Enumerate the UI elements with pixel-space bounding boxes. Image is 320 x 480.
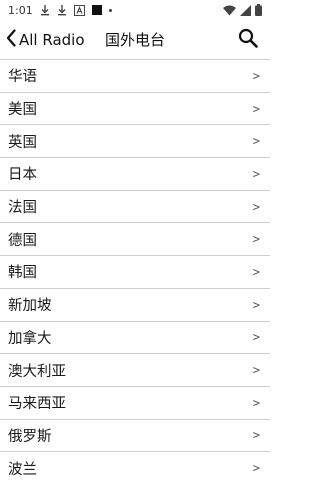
black-square-icon: [91, 4, 102, 16]
list-item[interactable]: 俄罗斯 >: [0, 420, 270, 453]
list-item[interactable]: 马来西亚 >: [0, 387, 270, 420]
font-icon: [73, 4, 85, 16]
list-item[interactable]: 英国 >: [0, 125, 270, 159]
list-item[interactable]: 德国 >: [0, 223, 270, 257]
country-list: 华语 > 美国 > 英国 > 日本 > 法国 > 德国 > 韩国 > 新加坡 > 加拿大 > 澳大…: [0, 59, 270, 480]
list-item[interactable]: 美国 >: [0, 93, 270, 126]
app-bar: All Radio 国外电台: [0, 22, 270, 58]
chevron-right-icon: >: [252, 101, 260, 116]
chevron-right-icon: >: [252, 232, 260, 247]
item-label: 新加坡: [8, 298, 52, 315]
chevron-right-icon: >: [252, 134, 260, 149]
signal-icon: [240, 4, 251, 16]
chevron-right-icon: >: [252, 68, 260, 83]
chevron-right-icon: >: [252, 166, 260, 181]
battery-icon: [255, 4, 262, 16]
item-label: 加拿大: [8, 330, 52, 347]
item-label: 韩国: [8, 265, 37, 282]
status-bar: 1:01: [0, 0, 270, 20]
item-label: 德国: [8, 232, 37, 249]
chevron-right-icon: >: [252, 428, 260, 443]
list-item[interactable]: 华语 >: [0, 60, 270, 93]
back-label: All Radio: [19, 31, 85, 49]
list-item[interactable]: 新加坡 >: [0, 289, 270, 322]
list-item[interactable]: 波兰 >: [0, 452, 270, 480]
chevron-left-icon: [6, 29, 16, 51]
back-button[interactable]: All Radio: [0, 22, 85, 58]
search-button[interactable]: [236, 28, 260, 52]
item-label: 华语: [8, 69, 37, 86]
item-label: 马来西亚: [8, 396, 66, 413]
item-label: 俄罗斯: [8, 428, 52, 445]
list-item[interactable]: 日本 >: [0, 158, 270, 191]
chevron-right-icon: >: [252, 264, 260, 279]
search-icon: [238, 28, 258, 52]
chevron-right-icon: >: [252, 461, 260, 476]
item-label: 美国: [8, 102, 37, 119]
page-title: 国外电台: [105, 31, 166, 49]
chevron-right-icon: >: [252, 363, 260, 378]
item-label: 英国: [8, 134, 37, 151]
chevron-right-icon: >: [252, 395, 260, 410]
item-label: 日本: [8, 167, 37, 184]
item-label: 波兰: [8, 461, 37, 478]
list-item[interactable]: 法国 >: [0, 191, 270, 224]
item-label: 法国: [8, 200, 37, 217]
list-item[interactable]: 加拿大 >: [0, 322, 270, 355]
list-item[interactable]: 澳大利亚 >: [0, 354, 270, 387]
status-time: 1:01: [8, 3, 33, 17]
chevron-right-icon: >: [252, 199, 260, 214]
chevron-right-icon: >: [252, 330, 260, 345]
wifi-icon: [223, 4, 236, 16]
download-icon: [57, 4, 67, 16]
dot-icon: [108, 4, 112, 16]
download-icon: [40, 4, 50, 16]
status-left: 1:01: [8, 4, 112, 17]
list-item[interactable]: 韩国 >: [0, 256, 270, 289]
item-label: 澳大利亚: [8, 363, 66, 380]
chevron-right-icon: >: [252, 297, 260, 312]
status-right: [223, 4, 262, 16]
